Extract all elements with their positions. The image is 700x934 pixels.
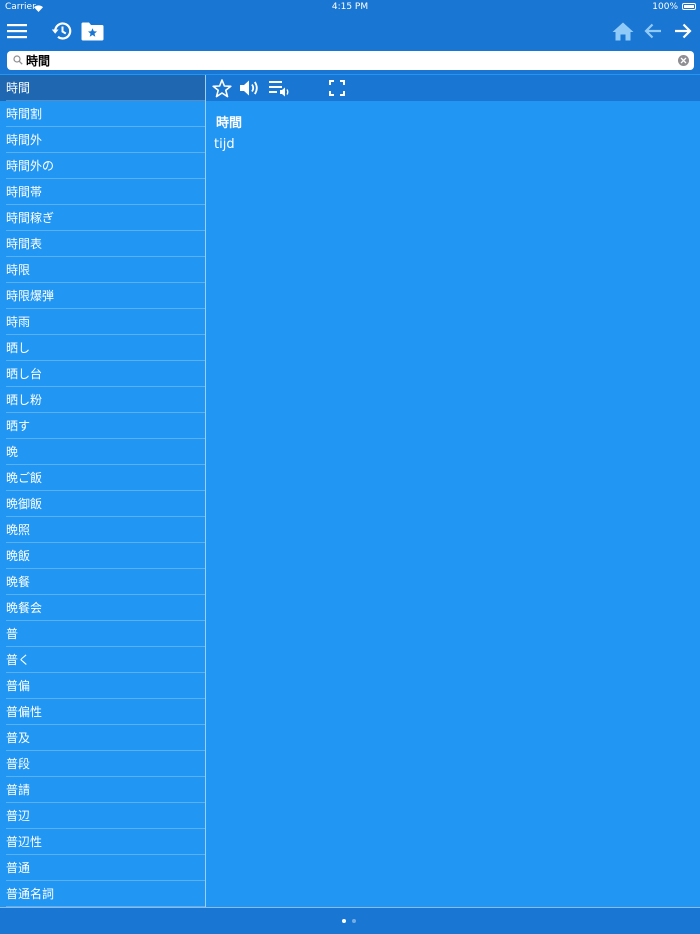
entry-headword: 時間 [216, 116, 243, 131]
word-list-item[interactable]: 普請 [0, 777, 205, 803]
word-list-item[interactable]: 普辺性 [0, 829, 205, 855]
word-list-item[interactable]: 時間外 [0, 127, 205, 153]
word-list-item[interactable]: 晒し粉 [0, 387, 205, 413]
word-list-item[interactable]: 普通名詞 [0, 881, 205, 907]
word-list-item[interactable]: 晩御飯 [0, 491, 205, 517]
search-icon [13, 55, 23, 65]
battery-percent: 100% [652, 2, 678, 12]
word-list-item[interactable]: 時限 [0, 257, 205, 283]
search-bar [0, 48, 700, 74]
word-list-item[interactable]: 時雨 [0, 309, 205, 335]
word-list-item[interactable]: 普く [0, 647, 205, 673]
clear-search-button[interactable] [678, 55, 689, 66]
page-dot [352, 919, 356, 923]
bottom-bar [0, 907, 700, 934]
hamburger-icon [7, 24, 27, 39]
playlist-speaker-icon [269, 81, 289, 97]
entry-translation: tijd [214, 137, 235, 152]
arrow-right-icon [675, 23, 692, 39]
status-bar: Carrier 4:15 PM 100% [0, 0, 700, 14]
clock: 4:15 PM [331, 2, 369, 12]
word-list-item[interactable]: 晒す [0, 413, 205, 439]
word-list-item[interactable]: 晩 [0, 439, 205, 465]
word-list-item[interactable]: 時間外の [0, 153, 205, 179]
word-list-item[interactable]: 普偏性 [0, 699, 205, 725]
word-list-item[interactable]: 時限爆弾 [0, 283, 205, 309]
word-list: 時間 時間割 時間外 時間外の 時間帯 時間稼ぎ 時間表 時限 時限爆弾 時雨 晒し 晒し台 晒し粉 晒す… [0, 75, 205, 907]
home-button[interactable] [611, 14, 635, 48]
page-dot [342, 919, 346, 923]
speak-button[interactable] [239, 77, 261, 99]
word-list-item[interactable]: 時間帯 [0, 179, 205, 205]
word-list-item[interactable]: 普通 [0, 855, 205, 881]
word-list-item[interactable]: 普偏 [0, 673, 205, 699]
speak-list-button[interactable] [267, 77, 293, 99]
word-list-item[interactable]: 時間表 [0, 231, 205, 257]
word-list-item[interactable]: 普辺 [0, 803, 205, 829]
search-input[interactable] [26, 51, 666, 70]
entry-detail: 時間 tijd [206, 101, 700, 907]
menu-button[interactable] [4, 14, 30, 48]
folder-star-icon [81, 22, 103, 40]
word-list-item[interactable]: 晩ご飯 [0, 465, 205, 491]
detail-toolbar [206, 75, 700, 101]
speaker-icon [240, 80, 258, 96]
word-list-item[interactable]: 晩餐会 [0, 595, 205, 621]
word-list-item[interactable]: 時間稼ぎ [0, 205, 205, 231]
word-list-item[interactable]: 晩照 [0, 517, 205, 543]
nav-bar [0, 14, 700, 48]
star-icon [212, 78, 232, 97]
word-list-item[interactable]: 時間 [0, 75, 205, 101]
word-list-item[interactable]: 普段 [0, 751, 205, 777]
back-button[interactable] [642, 14, 664, 48]
favorite-button[interactable] [211, 77, 233, 99]
word-list-item[interactable]: 時間割 [0, 101, 205, 127]
arrow-left-icon [644, 23, 661, 39]
history-icon [51, 22, 72, 40]
word-list-item[interactable]: 晒し台 [0, 361, 205, 387]
word-list-item[interactable]: 普及 [0, 725, 205, 751]
fullscreen-button[interactable] [326, 77, 348, 99]
close-icon [680, 57, 687, 64]
fullscreen-icon [329, 80, 345, 96]
forward-button[interactable] [672, 14, 694, 48]
word-list-item[interactable]: 普 [0, 621, 205, 647]
word-list-item[interactable]: 晩餐 [0, 569, 205, 595]
favorites-button[interactable] [80, 14, 104, 48]
word-list-item[interactable]: 晩飯 [0, 543, 205, 569]
battery-icon [682, 3, 696, 10]
search-field[interactable] [7, 51, 694, 70]
history-button[interactable] [50, 14, 74, 48]
home-icon [612, 22, 634, 40]
word-list-item[interactable]: 晒し [0, 335, 205, 361]
